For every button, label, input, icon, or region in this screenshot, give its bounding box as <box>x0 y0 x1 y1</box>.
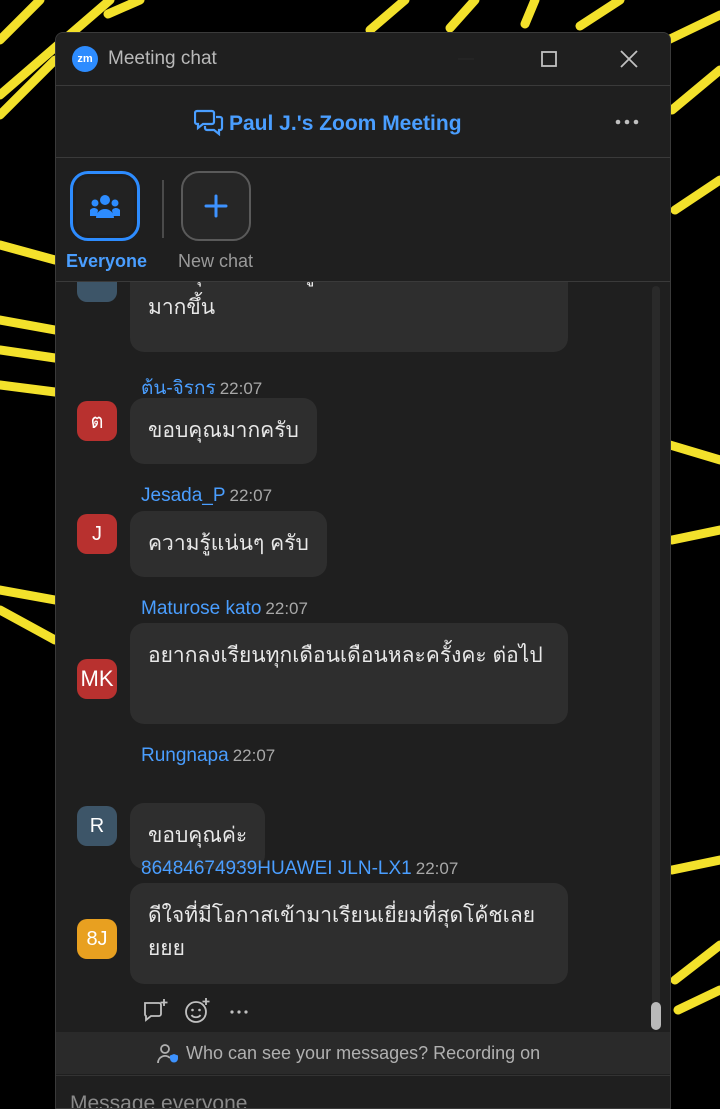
add-reaction-icon[interactable] <box>183 997 211 1025</box>
message-time: 22:07 <box>232 746 276 765</box>
message-time: 22:07 <box>265 599 308 618</box>
zoom-logo-icon: zm <box>72 46 98 72</box>
divider <box>162 180 164 238</box>
scroll-thumb[interactable] <box>651 1002 661 1030</box>
message-bubble: ดีใจที่มีโอกาสเข้ามาเรียนเยี่ยมที่สุดโค้… <box>130 883 568 984</box>
message-compose-area[interactable]: Message everyone <box>56 1075 670 1108</box>
more-options-icon[interactable] <box>612 112 642 132</box>
message-list[interactable]: ขอบคุณ ได้ความรู้ มีแนวคิดเกี่ยวกับกราฟ … <box>56 282 670 1032</box>
message-bubble: ขอบคุณ ได้ความรู้ มีแนวคิดเกี่ยวกับกราฟ … <box>130 282 568 352</box>
privacy-person-icon <box>157 1044 178 1064</box>
sender-name: Jesada_P <box>141 485 226 506</box>
scroll-track <box>652 286 660 1028</box>
reply-in-thread-icon[interactable] <box>141 997 169 1025</box>
message-sender: Jesada_P 22:07 <box>141 485 272 507</box>
message-bubble: ขอบคุณมากครับ <box>130 398 317 464</box>
sender-name: ต้น-จิรกร <box>141 378 216 399</box>
message-sender: 86484674939HUAWEI JLN-LX1 22:07 <box>141 858 458 880</box>
everyone-label: Everyone <box>66 251 148 271</box>
meeting-header: Paul J.'s Zoom Meeting <box>56 86 670 157</box>
message-time: 22:07 <box>415 859 459 878</box>
avatar: R <box>77 806 117 846</box>
message-bubble: อยากลงเรียนทุกเดือนเดือนหละครั้งคะ ต่อไป <box>130 623 568 724</box>
sender-name: Rungnapa <box>141 745 229 766</box>
scrollbar[interactable] <box>650 282 661 1032</box>
avatar: ต <box>77 401 117 441</box>
new-chat-label: New chat <box>178 251 254 271</box>
message-input[interactable]: Message everyone <box>70 1092 247 1108</box>
plus-icon <box>204 194 228 218</box>
window-title: Meeting chat <box>108 48 217 69</box>
visibility-notice[interactable]: Who can see your messages? Recording on <box>56 1032 670 1074</box>
avatar: J <box>77 514 117 554</box>
message-sender: Rungnapa 22:07 <box>141 745 275 767</box>
avatar <box>77 282 117 302</box>
recipient-selector: Everyone New chat <box>56 158 670 281</box>
sender-name: 86484674939HUAWEI JLN-LX1 <box>141 858 412 879</box>
maximize-icon[interactable] <box>537 47 561 71</box>
everyone-button[interactable] <box>70 171 140 241</box>
people-group-icon <box>90 195 120 218</box>
message-sender: Maturose kato 22:07 <box>141 598 308 620</box>
message-bubble: ความรู้แน่นๆ ครับ <box>130 511 327 577</box>
meeting-title: Paul J.'s Zoom Meeting <box>229 112 462 135</box>
avatar: 8J <box>77 919 117 959</box>
avatar: MK <box>77 659 117 699</box>
message-time: 22:07 <box>229 486 273 505</box>
chat-bubbles-icon <box>194 109 224 136</box>
sender-name: Maturose kato <box>141 598 262 619</box>
minimize-icon[interactable] <box>454 47 478 71</box>
message-time: 22:07 <box>219 379 263 398</box>
close-icon[interactable] <box>617 47 641 71</box>
new-chat-button[interactable] <box>181 171 251 241</box>
title-bar: zm Meeting chat <box>56 33 670 85</box>
visibility-text: Who can see your messages? Recording on <box>186 1043 541 1063</box>
meeting-chat-window: zm Meeting chat Paul J.'s Zoom Meeting E… <box>55 32 671 1109</box>
more-actions-icon[interactable] <box>225 997 253 1025</box>
